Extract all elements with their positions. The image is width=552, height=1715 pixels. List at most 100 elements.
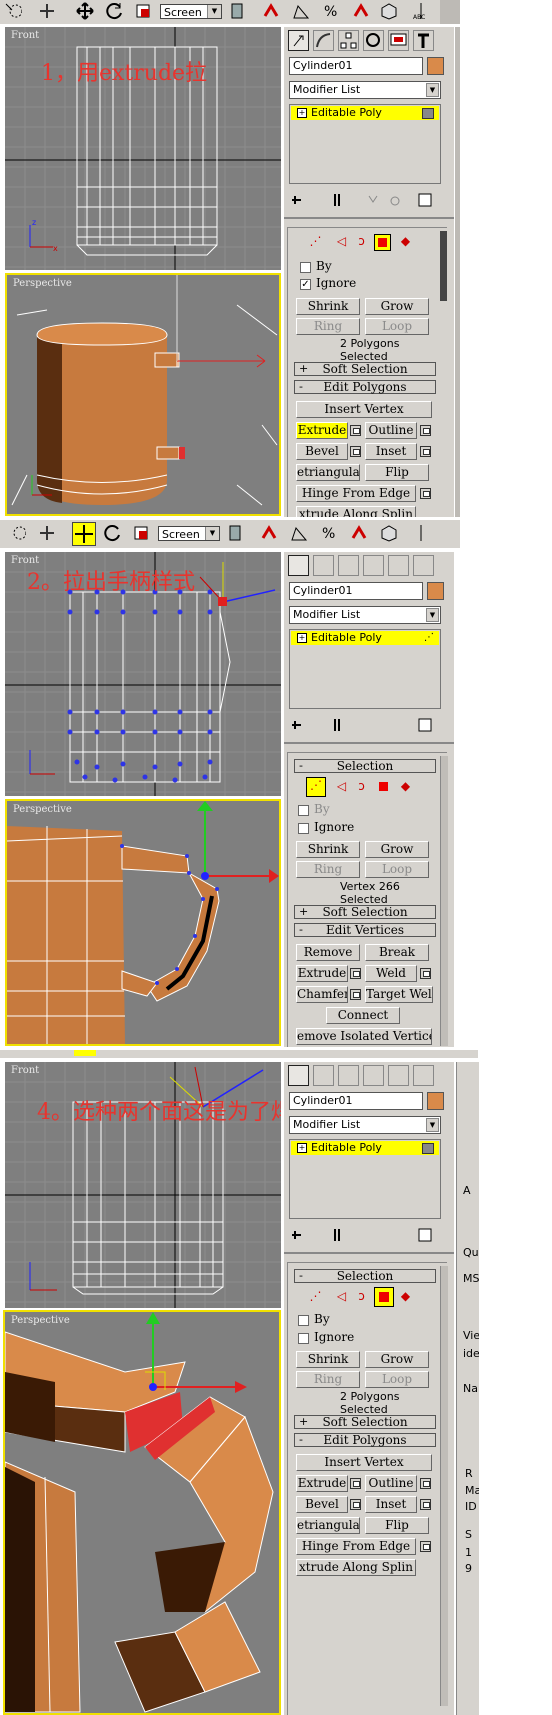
- front-viewport[interactable]: Front 2。拉出手柄样式: [5, 552, 281, 796]
- inset-settings-icon[interactable]: [420, 1499, 431, 1510]
- bevel-settings-icon[interactable]: [350, 1499, 361, 1510]
- panel-scrollbar[interactable]: [440, 756, 448, 1046]
- display-tab[interactable]: [388, 1065, 409, 1086]
- shrink-button[interactable]: Shrink: [296, 298, 360, 315]
- edit-polygons-rollout[interactable]: - Edit Polygons: [294, 380, 436, 394]
- remove-button[interactable]: Remove: [296, 944, 360, 961]
- select-move-icon[interactable]: [76, 2, 94, 20]
- inset-button[interactable]: Inset: [365, 1496, 417, 1513]
- modify-tab[interactable]: [313, 1065, 334, 1086]
- ignore-backfacing-checkbox[interactable]: ✓: [300, 279, 311, 290]
- select-by-name-icon[interactable]: [38, 2, 56, 20]
- hierarchy-tab[interactable]: [338, 555, 359, 576]
- extrude-settings-icon[interactable]: [350, 968, 361, 979]
- extrude-settings-icon[interactable]: [350, 1478, 361, 1489]
- loop-button[interactable]: Loop: [365, 1371, 429, 1388]
- create-tab[interactable]: [288, 1065, 309, 1086]
- retriangulate-button[interactable]: etriangulat: [296, 464, 360, 481]
- modify-tab[interactable]: [313, 555, 334, 576]
- perspective-viewport[interactable]: Perspective: [5, 273, 281, 516]
- stack-item-editable-poly[interactable]: + Editable Poly ⋰: [291, 631, 439, 645]
- display-tab[interactable]: [388, 555, 409, 576]
- pivot-icon[interactable]: [228, 2, 246, 20]
- extrude-button[interactable]: Extrude: [296, 965, 348, 982]
- modify-tab[interactable]: [313, 30, 334, 51]
- inset-button[interactable]: Inset: [365, 443, 417, 460]
- polygon-subobject-icon[interactable]: [374, 234, 391, 251]
- edge-subobject-icon[interactable]: ◁: [334, 1289, 349, 1304]
- outline-button[interactable]: Outline: [365, 1475, 417, 1492]
- angle-snap-icon[interactable]: [292, 2, 310, 20]
- snap-toggle-icon[interactable]: [260, 524, 278, 542]
- soft-selection-rollout[interactable]: + Soft Selection: [294, 1415, 436, 1429]
- motion-tab[interactable]: [363, 1065, 384, 1086]
- angle-snap-icon[interactable]: [290, 524, 308, 542]
- border-subobject-icon[interactable]: ↄ: [354, 779, 369, 794]
- target-weld-button[interactable]: Target Weld: [365, 986, 433, 1003]
- display-tab[interactable]: [388, 30, 409, 51]
- utilities-tab[interactable]: [413, 30, 434, 51]
- flip-button[interactable]: Flip: [365, 464, 429, 481]
- create-tab[interactable]: [288, 30, 309, 51]
- insert-vertex-button[interactable]: Insert Vertex: [296, 1454, 432, 1471]
- modifier-list-dropdown[interactable]: Modifier List ▼: [289, 606, 441, 624]
- loop-button[interactable]: Loop: [365, 861, 429, 878]
- remove-isolated-vertices-button[interactable]: emove Isolated Vertice: [296, 1028, 432, 1045]
- mirror-icon[interactable]: [412, 524, 430, 542]
- modifier-stack[interactable]: + Editable Poly ⋰: [289, 629, 441, 709]
- ignore-backfacing-checkbox[interactable]: [298, 1333, 309, 1344]
- modifier-list-dropdown[interactable]: Modifier List ▼: [289, 1116, 441, 1134]
- ring-button[interactable]: Ring: [296, 861, 360, 878]
- ring-button[interactable]: Ring: [296, 318, 360, 335]
- by-vertex-checkbox[interactable]: [300, 262, 311, 273]
- select-object-icon[interactable]: [8, 524, 26, 542]
- front-viewport[interactable]: Front 4。选种两个面这是为了焊接: [5, 1062, 281, 1308]
- hinge-settings-icon[interactable]: [420, 488, 431, 499]
- border-subobject-icon[interactable]: ↄ: [354, 1289, 369, 1304]
- perspective-viewport[interactable]: Perspective: [3, 1310, 281, 1715]
- motion-tab[interactable]: [363, 555, 384, 576]
- connect-button[interactable]: Connect: [326, 1007, 400, 1024]
- select-rotate-icon[interactable]: [104, 524, 122, 542]
- ignore-backfacing-checkbox[interactable]: [298, 823, 309, 834]
- select-scale-icon[interactable]: [134, 2, 152, 20]
- bevel-button[interactable]: Bevel: [296, 1496, 348, 1513]
- reference-coordinate-dropdown[interactable]: Screen ▼: [158, 526, 220, 541]
- chamfer-button[interactable]: Chamfer: [296, 986, 348, 1003]
- select-by-name-icon[interactable]: [38, 524, 56, 542]
- object-color-swatch[interactable]: [427, 1092, 444, 1110]
- polygon-subobject-icon[interactable]: [374, 1287, 394, 1307]
- weld-settings-icon[interactable]: [420, 968, 431, 979]
- extrude-button[interactable]: Extrude: [296, 422, 348, 439]
- hinge-from-edge-button[interactable]: Hinge From Edge: [296, 1538, 416, 1555]
- edge-subobject-icon[interactable]: ◁: [334, 234, 349, 249]
- select-scale-icon[interactable]: [132, 524, 150, 542]
- border-subobject-icon[interactable]: ↄ: [354, 234, 369, 249]
- edit-polygons-rollout[interactable]: - Edit Polygons: [294, 1433, 436, 1447]
- utilities-tab[interactable]: [413, 1065, 434, 1086]
- grow-button[interactable]: Grow: [365, 1351, 429, 1368]
- vertex-subobject-icon[interactable]: ⋰: [308, 234, 323, 249]
- element-subobject-icon[interactable]: ◆: [398, 779, 413, 794]
- object-color-swatch[interactable]: [427, 582, 444, 600]
- modifier-list-dropdown[interactable]: Modifier List ▼: [289, 81, 441, 99]
- bevel-button[interactable]: Bevel: [296, 443, 348, 460]
- flip-button[interactable]: Flip: [365, 1517, 429, 1534]
- by-vertex-checkbox[interactable]: [298, 805, 309, 816]
- select-rotate-icon[interactable]: [106, 2, 124, 20]
- named-selection-icon[interactable]: [380, 524, 398, 542]
- shrink-button[interactable]: Shrink: [296, 1351, 360, 1368]
- shrink-button[interactable]: Shrink: [296, 841, 360, 858]
- extrude-button[interactable]: Extrude: [296, 1475, 348, 1492]
- spinner-snap-icon[interactable]: [350, 524, 368, 542]
- vertex-subobject-icon[interactable]: ⋰: [308, 1289, 323, 1304]
- bevel-settings-icon[interactable]: [350, 446, 361, 457]
- by-vertex-checkbox[interactable]: [298, 1315, 309, 1326]
- grow-button[interactable]: Grow: [365, 298, 429, 315]
- reference-coordinate-dropdown[interactable]: Screen ▼: [160, 4, 222, 19]
- object-name-field[interactable]: Cylinder01: [289, 582, 423, 600]
- edge-subobject-icon[interactable]: ◁: [334, 779, 349, 794]
- vertex-subobject-icon[interactable]: ⋰: [306, 777, 326, 797]
- outline-settings-icon[interactable]: [420, 1478, 431, 1489]
- selection-rollout[interactable]: - Selection: [294, 1269, 436, 1283]
